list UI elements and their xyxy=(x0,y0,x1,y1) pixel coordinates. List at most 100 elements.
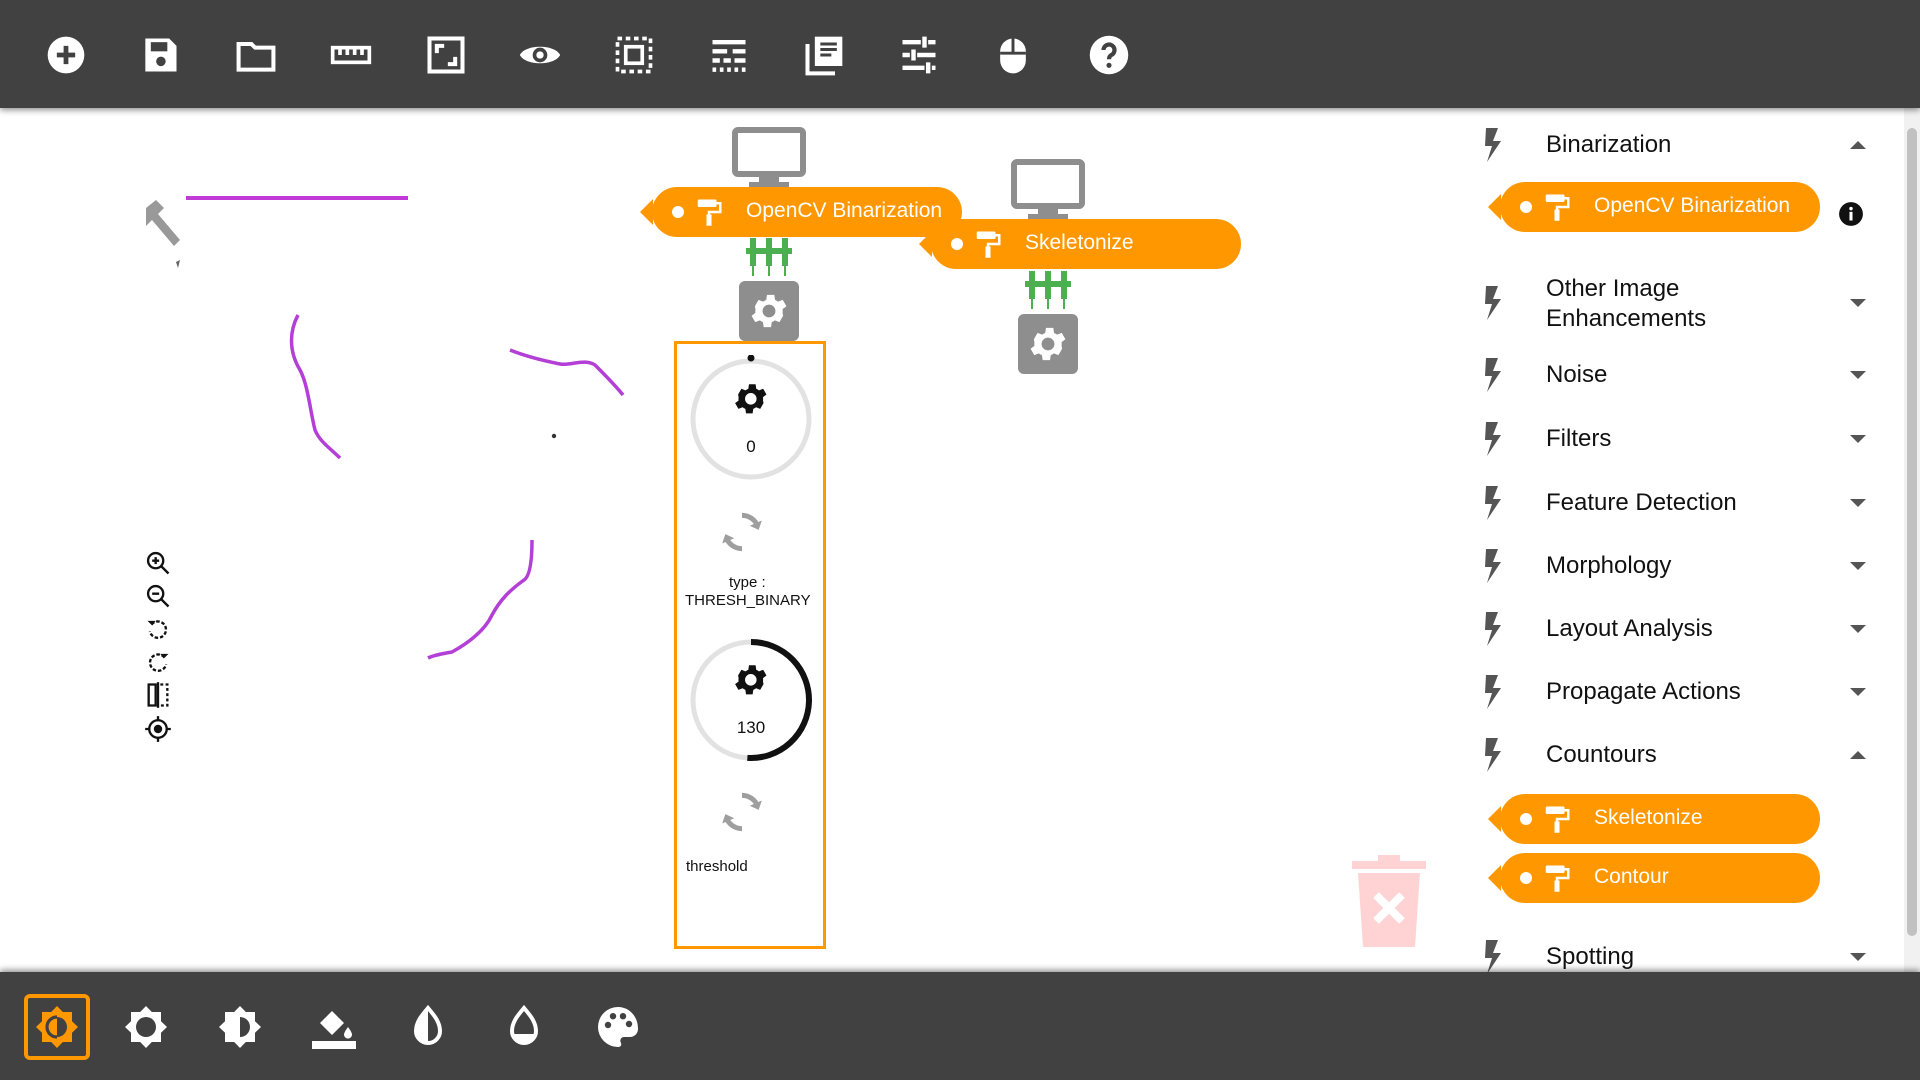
operation-opencv-binarization[interactable]: OpenCV Binarization xyxy=(1488,182,1820,232)
node-port-dot[interactable] xyxy=(672,206,684,218)
rotate-right-icon[interactable] xyxy=(143,647,173,677)
trash-icon[interactable] xyxy=(1352,855,1426,947)
category-label: Spotting xyxy=(1546,943,1635,970)
hammer-icon xyxy=(146,200,180,268)
line-style-icon[interactable] xyxy=(704,30,754,80)
category-morphology[interactable]: Morphology xyxy=(1470,545,1890,585)
expand-caret-icon[interactable] xyxy=(1850,953,1866,961)
expand-caret-icon[interactable] xyxy=(1850,371,1866,379)
category-label: Other Image Enhancements xyxy=(1546,275,1707,332)
node-opencv-binarization[interactable]: OpenCV Binarization xyxy=(640,187,962,237)
node-label: OpenCV Binarization xyxy=(746,199,943,222)
select-all-icon[interactable] xyxy=(609,30,659,80)
sidebar-scrollbar[interactable] xyxy=(1904,108,1920,972)
sliders-icon[interactable] xyxy=(894,30,944,80)
collapse-caret-icon[interactable] xyxy=(1850,751,1866,759)
info-icon[interactable] xyxy=(1838,201,1864,227)
flip-icon[interactable] xyxy=(143,680,173,710)
expand-caret-icon[interactable] xyxy=(1850,499,1866,507)
paint-roller-icon xyxy=(1545,806,1570,833)
category-filters[interactable]: Filters xyxy=(1470,418,1890,458)
category-spotting[interactable]: Spotting xyxy=(1470,936,1890,972)
node-port-dot[interactable] xyxy=(951,238,963,250)
node-notch xyxy=(919,231,932,257)
param-knob-2[interactable]: 130 xyxy=(687,636,815,764)
connector-plug-icon xyxy=(1025,271,1071,309)
category-countours[interactable]: Countours xyxy=(1470,734,1890,774)
folder-icon[interactable] xyxy=(231,30,281,80)
help-icon[interactable] xyxy=(1084,30,1134,80)
category-label: Morphology xyxy=(1546,552,1672,579)
add-icon[interactable] xyxy=(41,30,91,80)
node-settings-gear[interactable] xyxy=(739,281,799,341)
bolt-icon xyxy=(1482,286,1504,320)
param-type-value[interactable]: THRESH_BINARY xyxy=(685,592,811,609)
bolt-icon xyxy=(1482,486,1504,520)
reset-icon[interactable] xyxy=(717,782,767,842)
collapse-caret-icon[interactable] xyxy=(1850,141,1866,149)
bolt-icon xyxy=(1482,358,1504,392)
operation-skeletonize[interactable]: Skeletonize xyxy=(1488,794,1820,844)
paint-bucket-icon[interactable] xyxy=(301,994,367,1060)
invert-icon[interactable] xyxy=(395,994,461,1060)
category-feature-detection[interactable]: Feature Detection xyxy=(1470,482,1890,522)
expand-caret-icon[interactable] xyxy=(1850,562,1866,570)
zoom-out-icon[interactable] xyxy=(143,581,173,611)
node-notch xyxy=(1488,806,1501,832)
rotate-left-icon[interactable] xyxy=(143,614,173,644)
category-label: Countours xyxy=(1546,741,1657,768)
center-icon[interactable] xyxy=(143,714,173,744)
expand-caret-icon[interactable] xyxy=(1850,688,1866,696)
expand-caret-icon[interactable] xyxy=(1850,299,1866,307)
bolt-icon xyxy=(1482,738,1504,772)
display-monitor-icon[interactable] xyxy=(1010,158,1086,222)
bolt-icon xyxy=(1482,549,1504,583)
category-label: Binarization xyxy=(1546,131,1672,158)
bolt-icon xyxy=(1482,612,1504,646)
knob-dial xyxy=(690,354,812,480)
display-monitor-icon[interactable] xyxy=(731,126,807,190)
zoom-in-icon[interactable] xyxy=(143,548,173,578)
category-label: Propagate Actions xyxy=(1546,678,1741,705)
operation-contour[interactable]: Contour xyxy=(1488,853,1820,903)
bolt-icon xyxy=(1482,128,1504,162)
save-icon[interactable] xyxy=(135,30,185,80)
mouse-icon[interactable] xyxy=(988,30,1038,80)
node-settings-gear[interactable] xyxy=(1018,314,1078,374)
category-binarization[interactable]: Binarization xyxy=(1470,124,1890,164)
library-icon[interactable] xyxy=(799,30,849,80)
expand-caret-icon[interactable] xyxy=(1850,435,1866,443)
bolt-icon xyxy=(1482,675,1504,709)
contrast-half-icon[interactable] xyxy=(207,994,273,1060)
scrollbar-thumb[interactable] xyxy=(1907,128,1917,936)
reset-icon[interactable] xyxy=(717,502,767,562)
image-canvas[interactable] xyxy=(140,180,670,710)
category-label: Noise xyxy=(1546,361,1608,388)
crop-frame-icon[interactable] xyxy=(421,30,471,80)
category-other-image-enhancements[interactable]: Other Image Enhancements xyxy=(1470,268,1890,338)
node-port-dot xyxy=(1520,872,1532,884)
node-skeletonize[interactable]: Skeletonize xyxy=(919,219,1241,269)
node-notch xyxy=(1488,865,1501,891)
parameter-panel: 0 type : THRESH_BINARY 130 threshold xyxy=(674,341,826,949)
gear-icon xyxy=(751,294,787,328)
paint-roller-icon xyxy=(1545,194,1570,221)
drop-icon[interactable] xyxy=(491,994,557,1060)
category-propagate-actions[interactable]: Propagate Actions xyxy=(1470,671,1890,711)
knob-value: 0 xyxy=(746,437,756,456)
category-layout-analysis[interactable]: Layout Analysis xyxy=(1470,608,1890,648)
param-knob-1[interactable]: 0 xyxy=(687,354,815,483)
brightness-auto-icon[interactable] xyxy=(24,994,90,1060)
node-port-dot xyxy=(1520,813,1532,825)
eye-icon[interactable] xyxy=(515,30,565,80)
ruler-icon[interactable] xyxy=(326,30,376,80)
param-type-label: type : xyxy=(729,574,766,591)
palette-icon[interactable] xyxy=(585,994,651,1060)
category-noise[interactable]: Noise xyxy=(1470,354,1890,394)
expand-caret-icon[interactable] xyxy=(1850,625,1866,633)
category-label: Filters xyxy=(1546,425,1612,452)
brightness-icon[interactable] xyxy=(113,994,179,1060)
paint-roller-icon xyxy=(697,199,722,226)
operation-label: Skeletonize xyxy=(1594,806,1703,829)
top-toolbar xyxy=(0,0,1920,108)
